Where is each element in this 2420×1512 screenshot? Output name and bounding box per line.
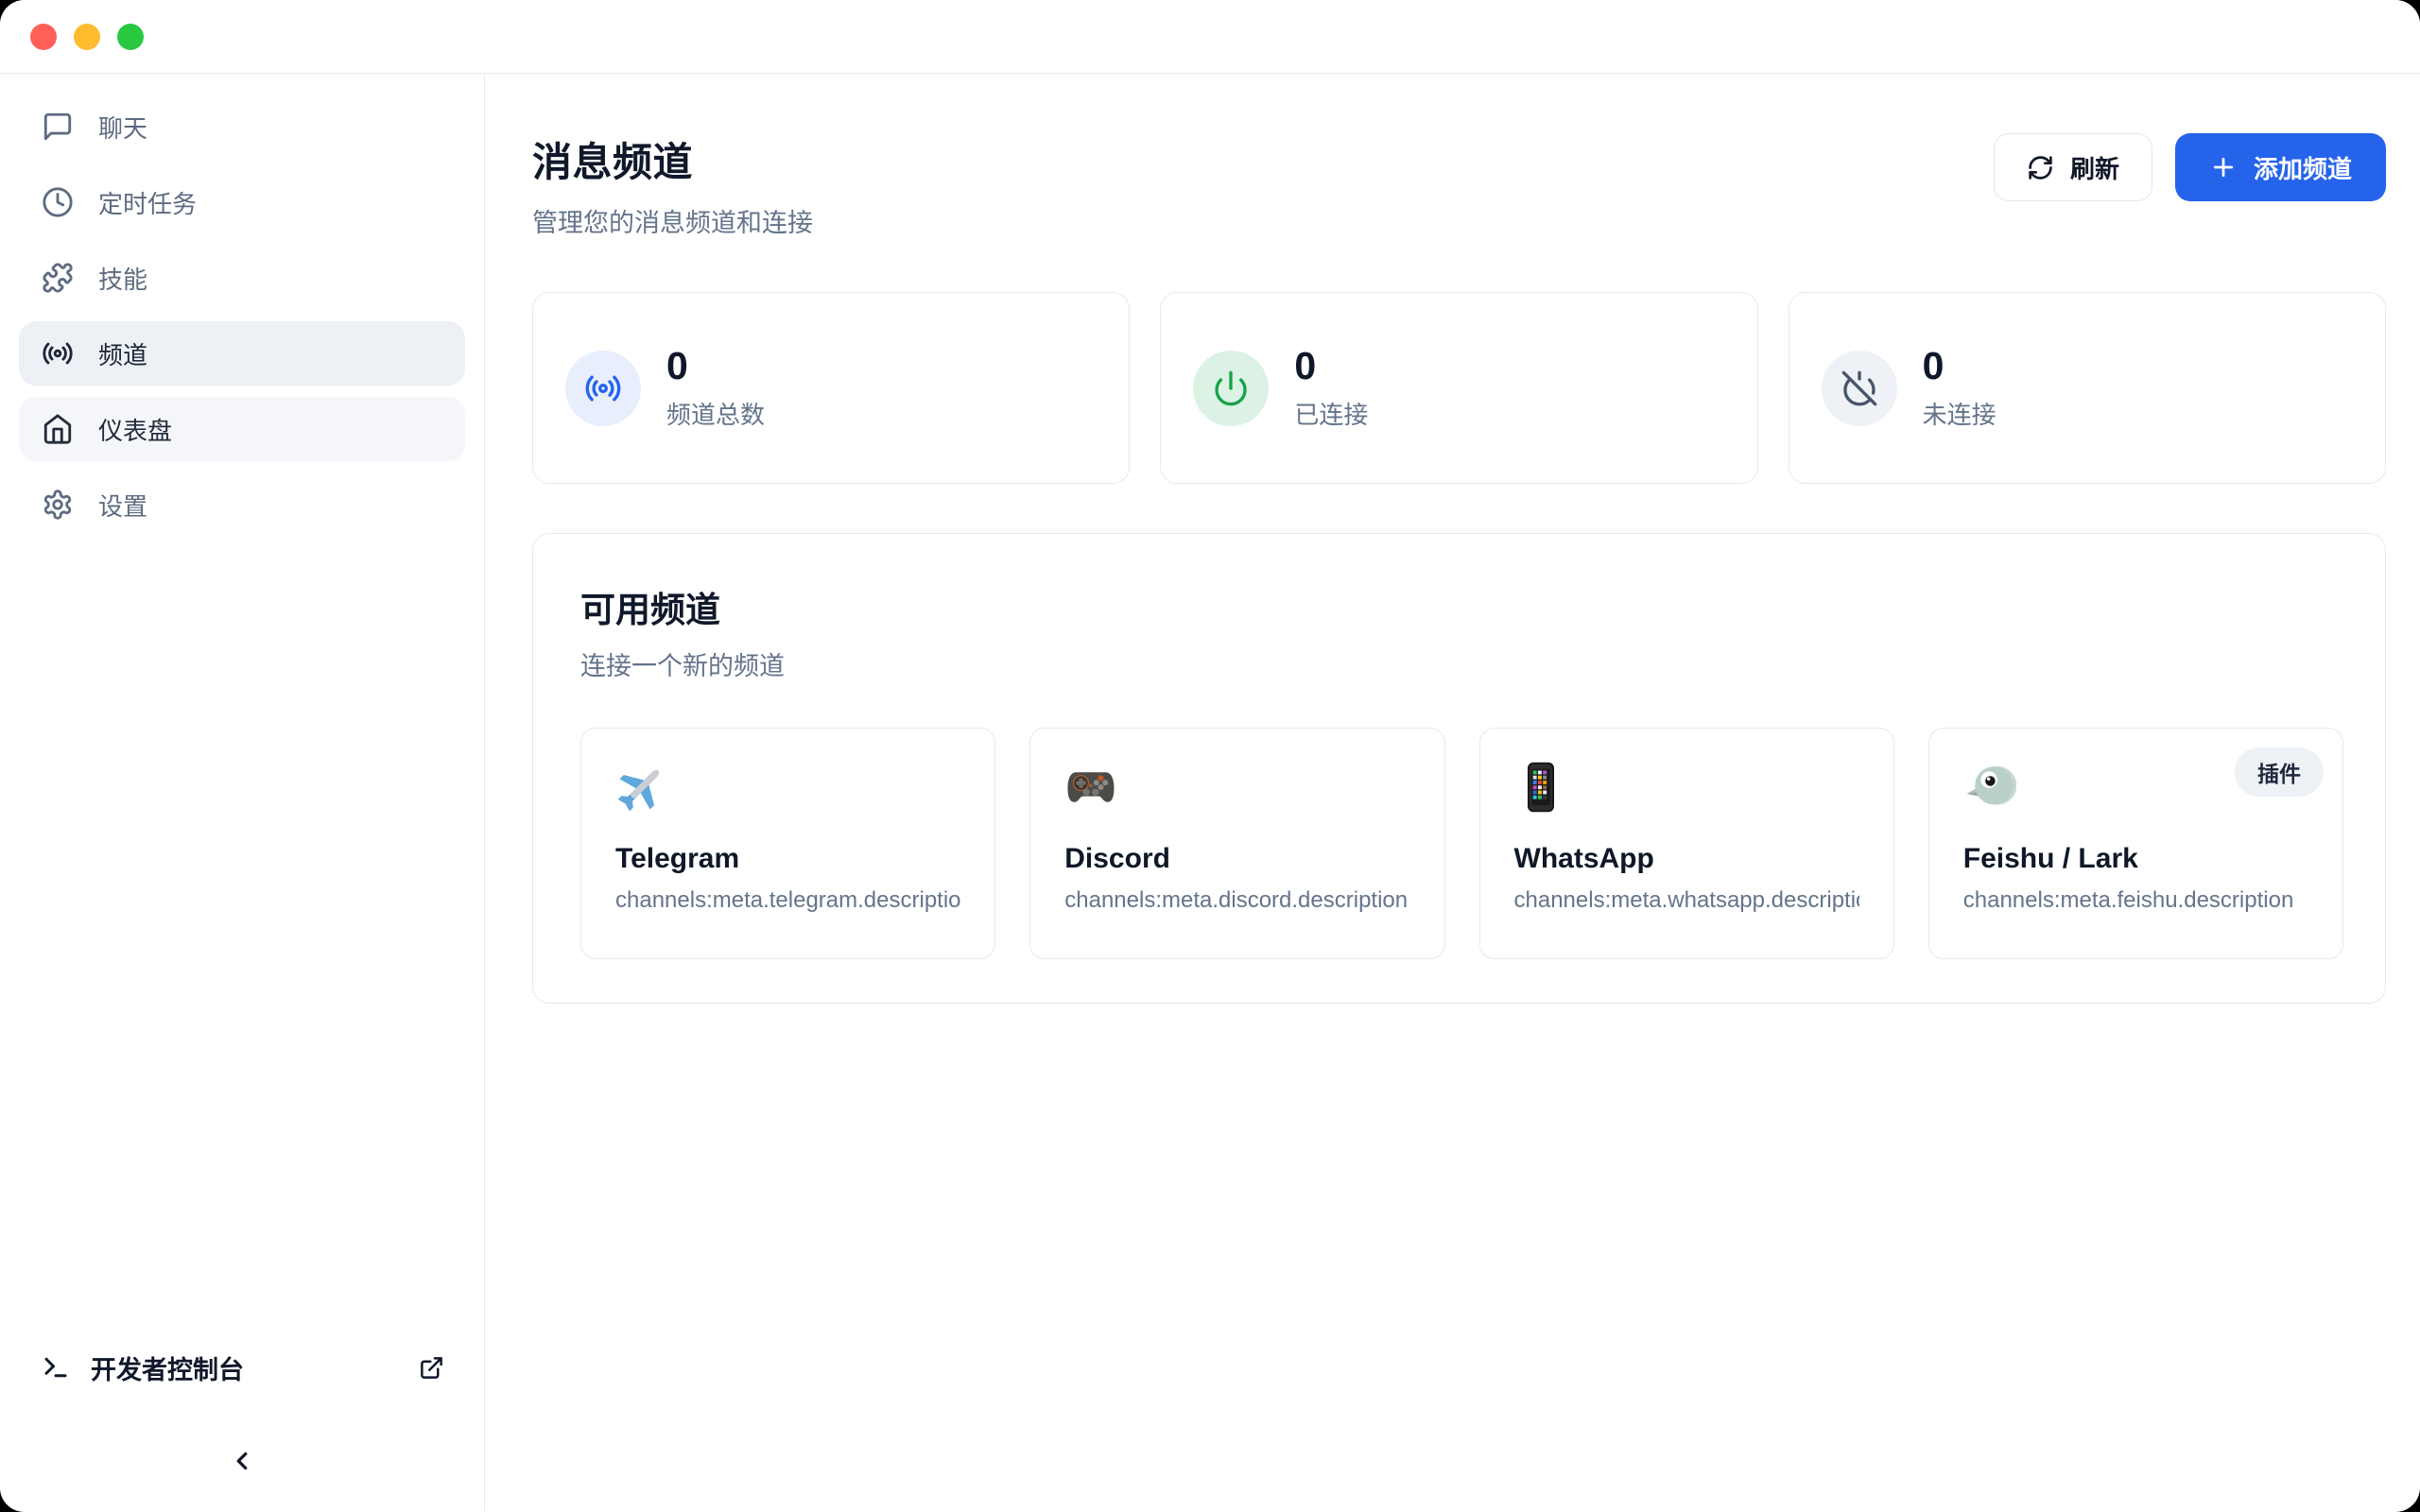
- phone-emoji: [1514, 801, 1567, 817]
- stat-label: 已连接: [1294, 396, 1368, 431]
- sidebar-item-label: 定时任务: [98, 185, 197, 220]
- sidebar-item-settings[interactable]: 设置: [19, 472, 465, 537]
- channel-name: Discord: [1064, 843, 1409, 875]
- plugin-badge: 插件: [2235, 747, 2324, 797]
- channel-description: channels:meta.telegram.description: [615, 887, 960, 914]
- clock-icon: [42, 186, 74, 218]
- refresh-button[interactable]: 刷新: [1994, 133, 2152, 201]
- radio-icon: [565, 351, 641, 426]
- page-title: 消息频道: [532, 130, 813, 188]
- channel-grid: Telegram channels:meta.telegram.descript…: [580, 728, 2343, 959]
- channel-description: channels:meta.discord.description: [1064, 887, 1409, 914]
- close-button[interactable]: [30, 24, 57, 50]
- airplane-emoji: [615, 801, 668, 817]
- plus-icon: [2209, 153, 2238, 181]
- channel-card-whatsapp[interactable]: WhatsApp channels:meta.whatsapp.descript…: [1479, 728, 1894, 959]
- power-icon: [1193, 351, 1269, 426]
- developer-console-label: 开发者控制台: [91, 1349, 419, 1386]
- channel-card-feishu[interactable]: 插件 Feishu / Lark channels:meta.feishu.de…: [1928, 728, 2343, 959]
- channel-card-telegram[interactable]: Telegram channels:meta.telegram.descript…: [580, 728, 995, 959]
- sidebar-item-skills[interactable]: 技能: [19, 246, 465, 310]
- puzzle-icon: [42, 262, 74, 294]
- radio-icon: [42, 337, 74, 369]
- external-link-icon: [419, 1355, 444, 1381]
- chat-bubble-icon: [42, 111, 74, 143]
- power-off-icon: [1822, 351, 1897, 426]
- available-channels-title: 可用频道: [580, 581, 2343, 632]
- stat-value: 0: [666, 345, 765, 387]
- sidebar-collapse-button[interactable]: [214, 1437, 270, 1486]
- gear-icon: [42, 489, 74, 521]
- sidebar-footer: 开发者控制台: [0, 1337, 484, 1511]
- channel-name: Telegram: [615, 843, 960, 875]
- channel-name: Feishu / Lark: [1963, 843, 2308, 875]
- stat-label: 未连接: [1923, 396, 1996, 431]
- channel-name: WhatsApp: [1514, 843, 1859, 875]
- app-window: 聊天 定时任务 技能: [0, 0, 2420, 1512]
- refresh-icon: [2027, 154, 2054, 181]
- channel-card-discord[interactable]: Discord channels:meta.discord.descriptio…: [1029, 728, 1444, 959]
- sidebar-item-label: 设置: [98, 488, 147, 523]
- sidebar-nav: 聊天 定时任务 技能: [0, 74, 484, 548]
- stat-value: 0: [1923, 345, 1996, 387]
- chevron-left-icon: [228, 1447, 256, 1478]
- sidebar-item-chat[interactable]: 聊天: [19, 94, 465, 159]
- bird-emoji: [1963, 801, 2016, 817]
- stat-label: 频道总数: [666, 396, 765, 431]
- add-channel-button[interactable]: 添加频道: [2175, 133, 2386, 201]
- stat-card-connected: 0 已连接: [1160, 292, 1757, 484]
- minimize-button[interactable]: [74, 24, 100, 50]
- zoom-button[interactable]: [117, 24, 144, 50]
- developer-console-link[interactable]: 开发者控制台: [0, 1337, 484, 1398]
- available-channels-subtitle: 连接一个新的频道: [580, 645, 2343, 682]
- sidebar-item-label: 仪表盘: [98, 412, 172, 447]
- terminal-icon: [42, 1353, 70, 1382]
- sidebar-item-dashboard[interactable]: 仪表盘: [19, 397, 465, 461]
- stats-row: 0 频道总数 0 已连接: [532, 292, 2386, 484]
- sidebar-item-label: 聊天: [98, 110, 147, 145]
- home-icon: [42, 413, 74, 445]
- stat-card-disconnected: 0 未连接: [1789, 292, 2386, 484]
- add-channel-button-label: 添加频道: [2254, 150, 2352, 185]
- sidebar-item-channels[interactable]: 频道: [19, 321, 465, 386]
- available-channels-section: 可用频道 连接一个新的频道 Telegram channels:meta.tel…: [532, 533, 2386, 1004]
- sidebar-item-scheduled-tasks[interactable]: 定时任务: [19, 170, 465, 234]
- sidebar-item-label: 频道: [98, 336, 147, 371]
- sidebar: 聊天 定时任务 技能: [0, 74, 485, 1511]
- page-subtitle: 管理您的消息频道和连接: [532, 202, 813, 239]
- stat-card-total-channels: 0 频道总数: [532, 292, 1130, 484]
- refresh-button-label: 刷新: [2070, 150, 2119, 185]
- sidebar-item-label: 技能: [98, 261, 147, 296]
- gamepad-emoji: [1064, 801, 1117, 817]
- page-header: 消息频道 管理您的消息频道和连接 刷新 添加频道: [532, 130, 2386, 239]
- channel-description: channels:meta.whatsapp.description: [1514, 887, 1859, 914]
- stat-value: 0: [1294, 345, 1368, 387]
- channel-description: channels:meta.feishu.description: [1963, 887, 2308, 914]
- titlebar: [0, 0, 2420, 74]
- main-content: 消息频道 管理您的消息频道和连接 刷新 添加频道: [485, 74, 2420, 1511]
